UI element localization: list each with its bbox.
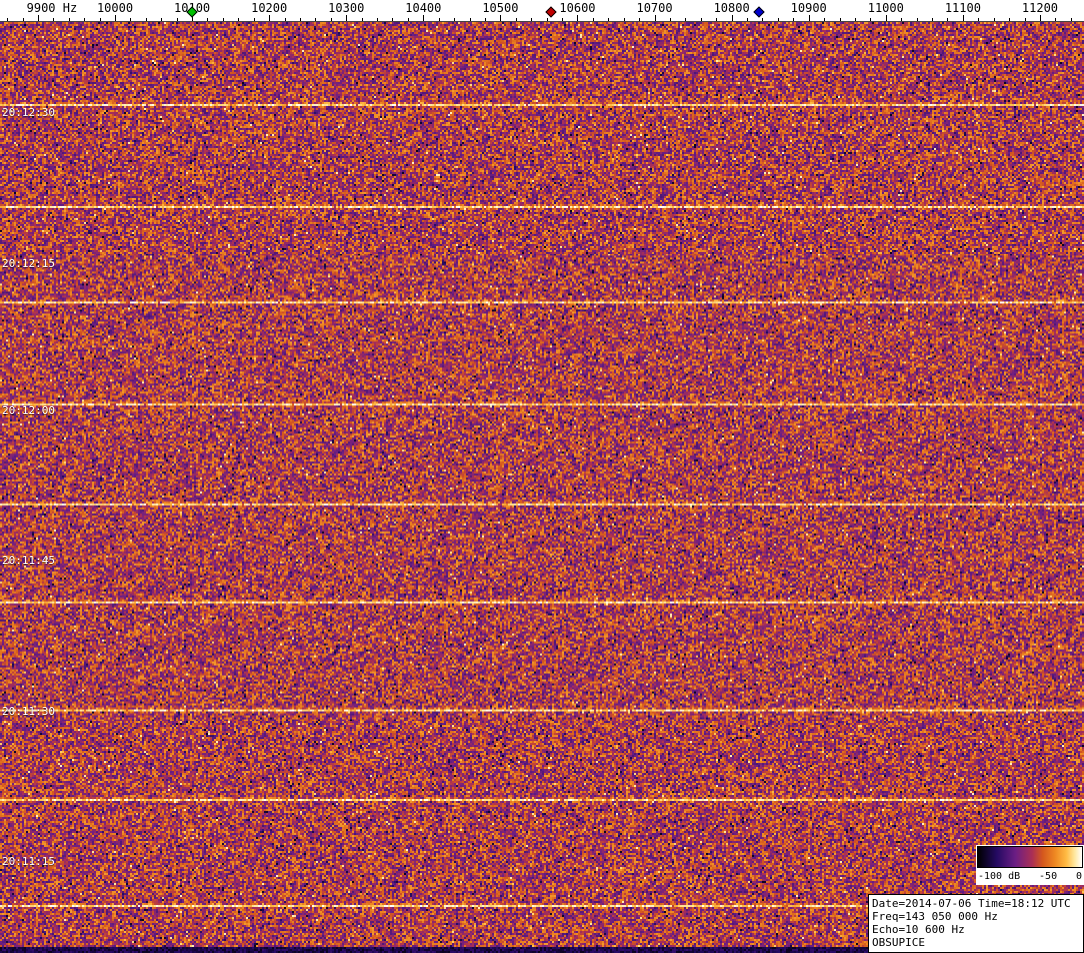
info-line-date: Date=2014-07-06 Time=18:12 UTC	[872, 897, 1071, 910]
axis-minor-tick	[53, 18, 54, 21]
info-line-freq: Freq=143 050 000 Hz	[872, 910, 998, 923]
colorbar-label-max: 0	[1075, 870, 1082, 882]
axis-minor-tick	[377, 18, 378, 21]
axis-minor-tick	[762, 18, 763, 21]
axis-minor-tick	[624, 18, 625, 21]
axis-minor-tick	[238, 18, 239, 21]
axis-minor-tick	[531, 18, 532, 21]
frequency-axis: 9900 Hz100001010010200103001040010500106…	[0, 0, 1084, 22]
axis-minor-tick	[439, 18, 440, 21]
axis-major-tick	[655, 15, 656, 21]
axis-minor-tick	[994, 18, 995, 21]
axis-minor-tick	[1071, 18, 1072, 21]
axis-major-tick	[500, 15, 501, 21]
axis-major-tick	[886, 15, 887, 21]
axis-minor-tick	[331, 18, 332, 21]
axis-minor-tick	[300, 18, 301, 21]
axis-minor-tick	[223, 18, 224, 21]
freq-axis-label: 11000	[867, 1, 904, 15]
axis-minor-tick	[670, 18, 671, 21]
axis-minor-tick	[485, 18, 486, 21]
axis-minor-tick	[362, 18, 363, 21]
axis-minor-tick	[516, 18, 517, 21]
red-frequency-marker[interactable]	[545, 6, 557, 18]
axis-minor-tick	[285, 18, 286, 21]
freq-axis-label: 10400	[405, 1, 442, 15]
axis-major-tick	[732, 15, 733, 21]
freq-axis-label: 9900 Hz	[26, 1, 78, 15]
colorbar-legend: -100 dB -50 0	[976, 845, 1084, 885]
axis-minor-tick	[932, 18, 933, 21]
axis-minor-tick	[130, 18, 131, 21]
axis-minor-tick	[454, 18, 455, 21]
freq-axis-label: 10900	[790, 1, 827, 15]
axis-minor-tick	[470, 18, 471, 21]
axis-minor-tick	[408, 18, 409, 21]
axis-minor-tick	[901, 18, 902, 21]
axis-minor-tick	[978, 18, 979, 21]
freq-axis-label: 10800	[713, 1, 750, 15]
axis-minor-tick	[824, 18, 825, 21]
blue-frequency-marker[interactable]	[753, 6, 765, 18]
axis-major-tick	[1040, 15, 1041, 21]
axis-minor-tick	[840, 18, 841, 21]
axis-minor-tick	[608, 18, 609, 21]
axis-minor-tick	[917, 18, 918, 21]
axis-major-tick	[963, 15, 964, 21]
axis-minor-tick	[1025, 18, 1026, 21]
axis-minor-tick	[947, 18, 948, 21]
freq-axis-label: 10000	[96, 1, 134, 15]
axis-minor-tick	[392, 18, 393, 21]
axis-minor-tick	[855, 18, 856, 21]
freq-axis-label: 10600	[559, 1, 596, 15]
axis-major-tick	[809, 15, 810, 21]
freq-axis-label: 10700	[636, 1, 673, 15]
axis-major-tick	[346, 15, 347, 21]
axis-major-tick	[269, 15, 270, 21]
freq-axis-label: 10200	[251, 1, 288, 15]
freq-axis-label: 11200	[1021, 1, 1059, 15]
axis-minor-tick	[254, 18, 255, 21]
axis-minor-tick	[1009, 18, 1010, 21]
axis-minor-tick	[1055, 18, 1056, 21]
axis-minor-tick	[701, 18, 702, 21]
axis-minor-tick	[207, 18, 208, 21]
axis-minor-tick	[562, 18, 563, 21]
freq-axis-label: 10300	[328, 1, 365, 15]
axis-minor-tick	[315, 18, 316, 21]
info-line-station: OBSUPICE	[872, 936, 925, 949]
axis-minor-tick	[870, 18, 871, 21]
axis-minor-tick	[177, 18, 178, 21]
axis-minor-tick	[639, 18, 640, 21]
axis-major-tick	[38, 15, 39, 21]
axis-major-tick	[423, 15, 424, 21]
axis-minor-tick	[778, 18, 779, 21]
freq-axis-label: 10500	[482, 1, 519, 15]
axis-minor-tick	[7, 18, 8, 21]
axis-minor-tick	[793, 18, 794, 21]
axis-minor-tick	[23, 18, 24, 21]
colorbar-label-min: -100 dB	[978, 870, 1021, 882]
colorbar-labels: -100 dB -50 0	[977, 868, 1083, 884]
axis-major-tick	[115, 15, 116, 21]
axis-minor-tick	[69, 18, 70, 21]
axis-minor-tick	[747, 18, 748, 21]
axis-minor-tick	[84, 18, 85, 21]
axis-minor-tick	[716, 18, 717, 21]
axis-minor-tick	[547, 18, 548, 21]
axis-minor-tick	[100, 18, 101, 21]
colorbar-gradient	[977, 846, 1083, 868]
axis-minor-tick	[593, 18, 594, 21]
axis-minor-tick	[161, 18, 162, 21]
axis-major-tick	[577, 15, 578, 21]
axis-minor-tick	[146, 18, 147, 21]
colorbar-label-mid: -50	[1039, 870, 1058, 882]
freq-axis-label: 11100	[944, 1, 981, 15]
info-line-echo: Echo=10 600 Hz	[872, 923, 965, 936]
waterfall-app: 9900 Hz100001010010200103001040010500106…	[0, 0, 1084, 953]
spectrogram-canvas	[0, 22, 1084, 953]
info-box: Date=2014-07-06 Time=18:12 UTC Freq=143 …	[868, 894, 1084, 953]
axis-minor-tick	[685, 18, 686, 21]
